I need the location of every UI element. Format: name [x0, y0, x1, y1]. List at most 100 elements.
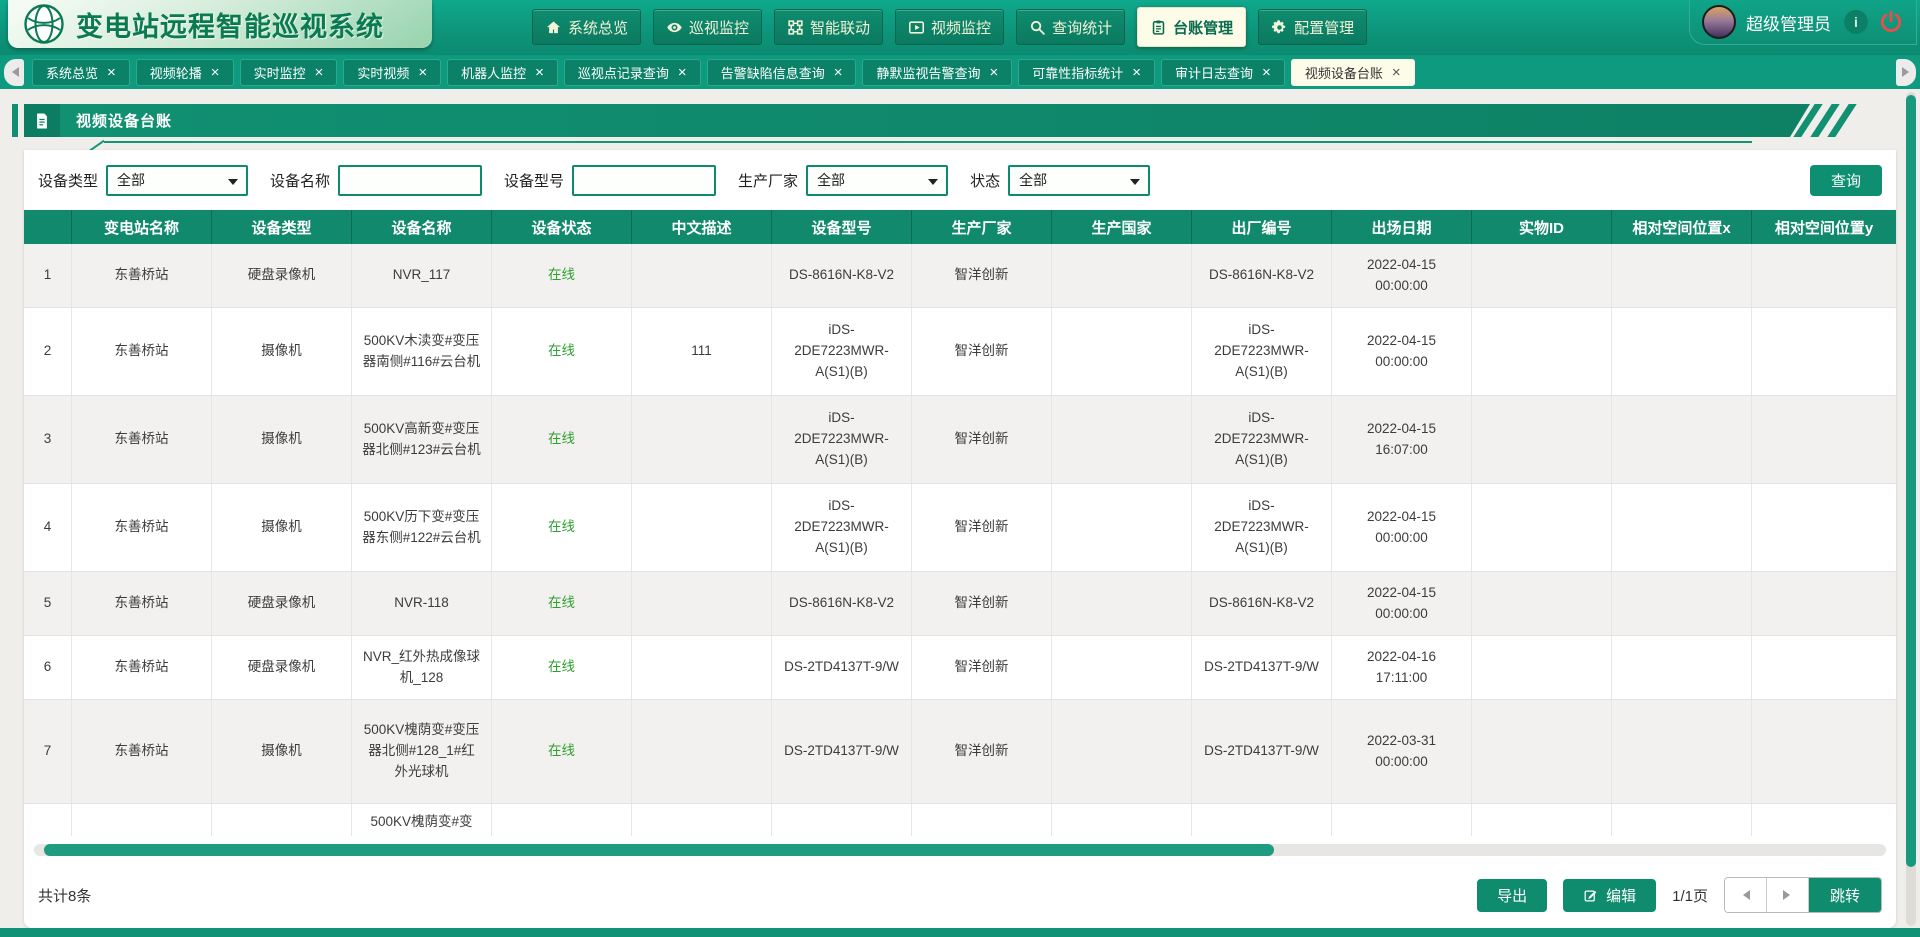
link-grid-icon [787, 19, 804, 36]
tab-close-icon[interactable]: × [107, 65, 116, 80]
main-nav: 系统总览 巡视监控 智能联动 视频监控 查询统计 台账管理 [532, 9, 1367, 47]
nav-ledger-management[interactable]: 台账管理 [1137, 7, 1246, 47]
prev-page-icon[interactable] [1725, 878, 1767, 912]
tab-item[interactable]: 实时视频× [343, 59, 441, 86]
cell-y [1752, 308, 1896, 395]
export-button[interactable]: 导出 [1477, 879, 1547, 912]
tab-close-icon[interactable]: × [1262, 65, 1271, 80]
tab-close-icon[interactable]: × [535, 65, 544, 80]
cell-maker: 智洋创新 [912, 700, 1052, 803]
nav-query-statistics[interactable]: 查询统计 [1016, 9, 1125, 45]
tab-item[interactable]: 静默监视告警查询× [862, 59, 1012, 86]
cell-name: NVR-118 [352, 572, 492, 635]
tab-item[interactable]: 巡视点记录查询× [564, 59, 701, 86]
tab-item[interactable]: 系统总览× [32, 59, 130, 86]
cell-date: 2022-04-15 00:00:00 [1332, 308, 1472, 395]
cell-name: NVR_117 [352, 244, 492, 307]
next-page-icon[interactable] [1767, 878, 1809, 912]
decor-underline [104, 141, 1752, 143]
nav-system-overview[interactable]: 系统总览 [532, 9, 641, 45]
user-avatar[interactable] [1702, 5, 1736, 39]
info-icon[interactable]: i [1844, 10, 1868, 34]
cell-desc [632, 396, 772, 483]
tab-close-icon[interactable]: × [418, 65, 427, 80]
footer-actions: 导出 编辑 1/1页 跳转 [1477, 877, 1882, 913]
cell-desc [632, 700, 772, 803]
tab-item[interactable]: 审计日志查询 × [1161, 59, 1285, 86]
cell-serial: DS-2TD4137T-9/W [1192, 700, 1332, 803]
cell-date: 2022-04-16 17:11:00 [1332, 636, 1472, 699]
column-header: 出场日期 [1332, 210, 1472, 244]
nav-inspection-monitor[interactable]: 巡视监控 [653, 9, 762, 45]
cell-country [1052, 396, 1192, 483]
nav-label: 巡视监控 [689, 17, 749, 38]
horizontal-scrollbar-thumb[interactable] [44, 844, 1274, 856]
cell-model: DS-8616N-K8-V2 [772, 244, 912, 307]
filter-bar: 设备类型 全部 设备名称 设备型号 生产厂家 全部 [24, 160, 1896, 200]
table-row: 3东善桥站摄像机500KV高新变#变压器北侧#123#云台机在线iDS-2DE7… [24, 396, 1896, 484]
nav-smart-linkage[interactable]: 智能联动 [774, 9, 883, 45]
column-header [24, 210, 72, 244]
cell-serial: iDS-2DE7223MWR-A(S1)(B) [1192, 308, 1332, 395]
tab-close-icon[interactable]: × [678, 65, 687, 80]
cell-y [1752, 700, 1896, 803]
jump-button[interactable]: 跳转 [1809, 878, 1881, 912]
cell-pid [1472, 484, 1612, 571]
logout-power-icon[interactable] [1878, 9, 1904, 35]
device-model-input[interactable] [572, 165, 716, 196]
column-header: 设备状态 [492, 210, 632, 244]
app-window: 变电站远程智能巡视系统 系统总览 巡视监控 智能联动 视频监控 查询统计 [0, 0, 1920, 937]
state-grid-logo-icon [24, 4, 64, 44]
cell-maker: 智洋创新 [912, 308, 1052, 395]
cell-station: 东善桥站 [72, 636, 212, 699]
nav-config-management[interactable]: 配置管理 [1258, 9, 1367, 45]
tab-label: 实时监控 [254, 63, 306, 82]
tab-item[interactable]: 可靠性指标统计× [1018, 59, 1155, 86]
edit-button[interactable]: 编辑 [1563, 879, 1656, 912]
page-info: 1/1页 [1672, 885, 1708, 906]
page-title: 视频设备台账 [76, 110, 172, 131]
cell-y [1752, 484, 1896, 571]
tab-close-icon[interactable]: × [989, 65, 998, 80]
nav-video-monitor[interactable]: 视频监控 [895, 9, 1004, 45]
video-icon [908, 19, 925, 36]
device-type-select[interactable]: 全部 [106, 165, 248, 196]
tab-active[interactable]: 视频设备台账× [1291, 59, 1415, 86]
cell-model: iDS-2DE7223MWR-A(S1)(B) [772, 396, 912, 483]
search-button[interactable]: 查询 [1810, 165, 1882, 196]
document-icon [24, 104, 60, 137]
tab-item[interactable]: 机器人监控× [447, 59, 558, 86]
horizontal-scrollbar[interactable] [34, 844, 1886, 856]
cell-pid [1472, 572, 1612, 635]
logo-panel: 变电站远程智能巡视系统 [8, 0, 432, 48]
status-select[interactable]: 全部 [1008, 165, 1150, 196]
table-footer: 共计8条 导出 编辑 1/1页 跳转 [24, 862, 1896, 928]
cell-desc [632, 572, 772, 635]
tab-item[interactable]: 告警缺陷信息查询× [707, 59, 857, 86]
tab-close-icon[interactable]: × [834, 65, 843, 80]
tab-close-icon[interactable]: × [211, 65, 220, 80]
status-label: 状态 [970, 170, 1000, 191]
cell-date: 2022-04-15 00:00:00 [1332, 244, 1472, 307]
device-model-label: 设备型号 [504, 170, 564, 191]
tab-item[interactable]: 视频轮播× [136, 59, 234, 86]
tab-scroll-left-icon[interactable] [4, 59, 24, 86]
vertical-scrollbar-thumb[interactable] [1906, 95, 1916, 867]
cell-y [1752, 572, 1896, 635]
column-header: 变电站名称 [72, 210, 212, 244]
device-name-input[interactable] [338, 165, 482, 196]
tab-item[interactable]: 实时监控 × [240, 59, 338, 86]
pagination: 跳转 [1724, 877, 1882, 913]
chevron-down-icon [928, 179, 938, 190]
total-count: 共计8条 [38, 885, 91, 906]
tab-close-icon[interactable]: × [1132, 65, 1141, 80]
cell-no: 2 [24, 308, 72, 395]
manufacturer-select[interactable]: 全部 [806, 165, 948, 196]
tab-label: 审计日志查询 [1175, 63, 1253, 82]
tab-close-icon[interactable]: × [1392, 65, 1401, 80]
vertical-scrollbar[interactable] [1906, 92, 1916, 926]
tab-scroll-right-icon[interactable] [1896, 59, 1916, 86]
table-row: 4东善桥站摄像机500KV历下变#变压器东侧#122#云台机在线iDS-2DE7… [24, 484, 1896, 572]
tab-close-icon[interactable]: × [315, 65, 324, 80]
nav-label: 查询统计 [1052, 17, 1112, 38]
